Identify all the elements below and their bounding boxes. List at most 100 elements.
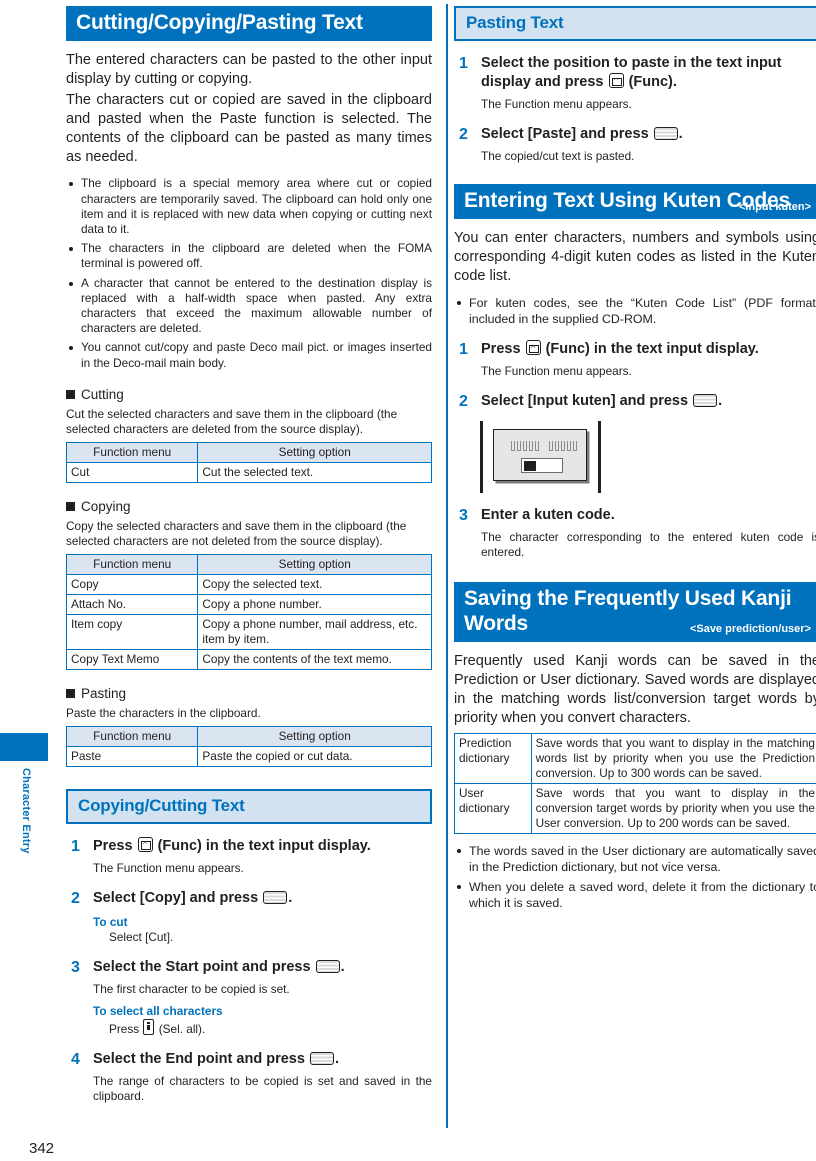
cell-setting-option: Copy a phone number, mail address, etc. … <box>197 613 432 650</box>
step-3: 3 Enter a kuten code. The character corr… <box>454 506 816 560</box>
table-header-row: Function menu Setting option <box>65 441 432 463</box>
placeholder-glyph <box>517 441 521 452</box>
step-title: Select the End point and press . <box>93 1050 432 1069</box>
step-text-before-key: Press <box>93 837 133 854</box>
step-number: 2 <box>71 889 80 907</box>
illustration-rail-left <box>480 421 483 494</box>
placeholder-glyph <box>549 441 553 452</box>
list-item: For kuten codes, see the “Kuten Code Lis… <box>454 295 816 327</box>
list-item: You cannot cut/copy and paste Deco mail … <box>66 340 432 370</box>
cell-function-menu: Attach No. <box>65 593 199 615</box>
text-cursor <box>523 460 536 471</box>
step-number: 3 <box>459 507 468 525</box>
step-1: 1 Press (Func) in the text input display… <box>454 340 816 379</box>
step-text-before-key: Select [Paste] and press <box>481 126 649 142</box>
table-header-row: Function menu Setting option <box>65 725 432 747</box>
step-number: 1 <box>459 55 468 72</box>
square-bullet-icon <box>66 389 75 399</box>
list-item: The clipboard is a special memory area w… <box>66 176 432 237</box>
table-row: Copy Text Memo Copy the contents of the … <box>65 648 432 670</box>
subheading-copying: Copying <box>66 499 432 514</box>
step-text-after-key: . <box>288 889 293 906</box>
step-text-before-key: Press <box>481 341 521 358</box>
placeholder-glyph <box>567 441 571 452</box>
pasting-description: Paste the characters in the clipboard. <box>66 705 261 720</box>
cell-setting-option: Cut the selected text. <box>197 461 432 483</box>
select-key-icon <box>315 959 340 973</box>
placeholder-glyph <box>561 441 565 452</box>
step-description: The first character to be copied is set. <box>93 981 290 996</box>
square-bullet-icon <box>66 501 75 511</box>
table-row: Cut Cut the selected text. <box>65 461 432 483</box>
chapter-tab-label: Character Entry <box>20 768 32 854</box>
sub-text-after-key: (Sel. all). <box>158 1021 206 1036</box>
func-key-icon <box>137 836 153 852</box>
step-title: Select the position to paste in the text… <box>481 54 816 92</box>
step-description: The Function menu appears. <box>93 860 244 875</box>
step-title: Select [Paste] and press . <box>481 125 816 144</box>
placeholder-glyph <box>573 441 577 452</box>
step-description: The Function menu appears. <box>481 97 632 111</box>
chapter-tab-marker <box>0 733 48 761</box>
step-description: The character corresponding to the enter… <box>481 530 816 560</box>
step-number: 2 <box>459 126 468 143</box>
cell-function-menu: Item copy <box>65 613 199 650</box>
kuten-notes-list: For kuten codes, see the “Kuten Code Lis… <box>454 295 816 327</box>
subheading-cutting: Cutting <box>66 387 432 402</box>
cutting-description: Cut the selected characters and save the… <box>66 406 398 436</box>
column-header-function-menu: Function menu <box>65 725 199 747</box>
select-key-icon <box>653 127 678 140</box>
step-title: Select the Start point and press . <box>93 958 432 977</box>
intro-paragraph-1: The entered characters can be pasted to … <box>66 52 432 88</box>
step-description: The Function menu appears. <box>481 364 632 379</box>
step-2: 2 Select [Copy] and press . To cut Selec… <box>66 889 432 945</box>
step-2: 2 Select [Paste] and press . The copied/… <box>454 125 816 164</box>
cell-function-menu: Copy Text Memo <box>65 648 199 670</box>
step-title: Select [Copy] and press . <box>93 889 432 908</box>
table-row: User dictionary Save words that you want… <box>454 783 816 835</box>
step-title: Select [Input kuten] and press . <box>481 392 816 411</box>
select-key-icon <box>309 1051 334 1065</box>
table-header-row: Function menu Setting option <box>65 553 432 575</box>
kanji-words-intro: Frequently used Kanji words can be saved… <box>454 653 816 727</box>
list-item: The characters in the clipboard are dele… <box>66 241 432 271</box>
step-text-after-key: . <box>334 1050 339 1067</box>
step-number: 2 <box>459 393 468 411</box>
placeholder-glyph-row <box>511 441 577 452</box>
step-text-before-key: Select the End point and press <box>93 1050 305 1067</box>
step-text-after-key: . <box>718 393 723 410</box>
placeholder-glyph <box>529 441 533 452</box>
cell-dictionary-name: User dictionary <box>454 783 532 835</box>
table-row: Paste Paste the copied or cut data. <box>65 745 432 767</box>
manual-page: Character Entry 342 Cutting/Copying/Past… <box>0 0 816 1161</box>
table-row: Attach No. Copy a phone number. <box>65 593 432 615</box>
step-description: The range of characters to be copied is … <box>93 1073 432 1103</box>
step-text-before-key: Select [Copy] and press <box>93 889 259 906</box>
phone-screen <box>493 429 587 482</box>
page-number: 342 <box>29 1140 55 1157</box>
sub-text-before-key: Press <box>109 1021 140 1036</box>
table-row: Copy Copy the selected text. <box>65 573 432 595</box>
step-text-after-key: (Func) in the text input display. <box>545 341 759 358</box>
subheading-label: Copying <box>81 498 131 514</box>
kuten-input-screen-illustration <box>480 421 620 494</box>
select-key-icon <box>693 394 718 408</box>
subheading-pasting: Pasting <box>66 686 432 701</box>
subheading-label: Pasting <box>81 685 127 701</box>
column-divider <box>446 4 448 1128</box>
step-3: 3 Select the Start point and press . The… <box>66 958 432 1037</box>
section-title-entering-text-kuten: Entering Text Using Kuten Codes <Input k… <box>454 184 816 220</box>
cell-setting-option: Paste the copied or cut data. <box>197 745 432 767</box>
step-title: Press (Func) in the text input display. <box>93 836 432 856</box>
subheading-label: Cutting <box>81 386 124 402</box>
right-column: Pasting Text 1 Select the position to pa… <box>454 6 816 915</box>
column-header-setting-option: Setting option <box>197 725 432 747</box>
intro-paragraph-2: The characters cut or copied are saved i… <box>66 92 432 166</box>
square-bullet-icon <box>66 688 75 698</box>
step-1: 1 Select the position to paste in the te… <box>454 54 816 112</box>
clipboard-notes-list: The clipboard is a special memory area w… <box>66 176 432 370</box>
list-item: The words saved in the User dictionary a… <box>454 843 816 875</box>
section-title-saving-kanji-words: Saving the Frequently Used Kanji Words <… <box>454 582 816 643</box>
step-text-before-key: Select the Start point and press <box>93 958 311 975</box>
copying-description: Copy the selected characters and save th… <box>66 518 407 548</box>
